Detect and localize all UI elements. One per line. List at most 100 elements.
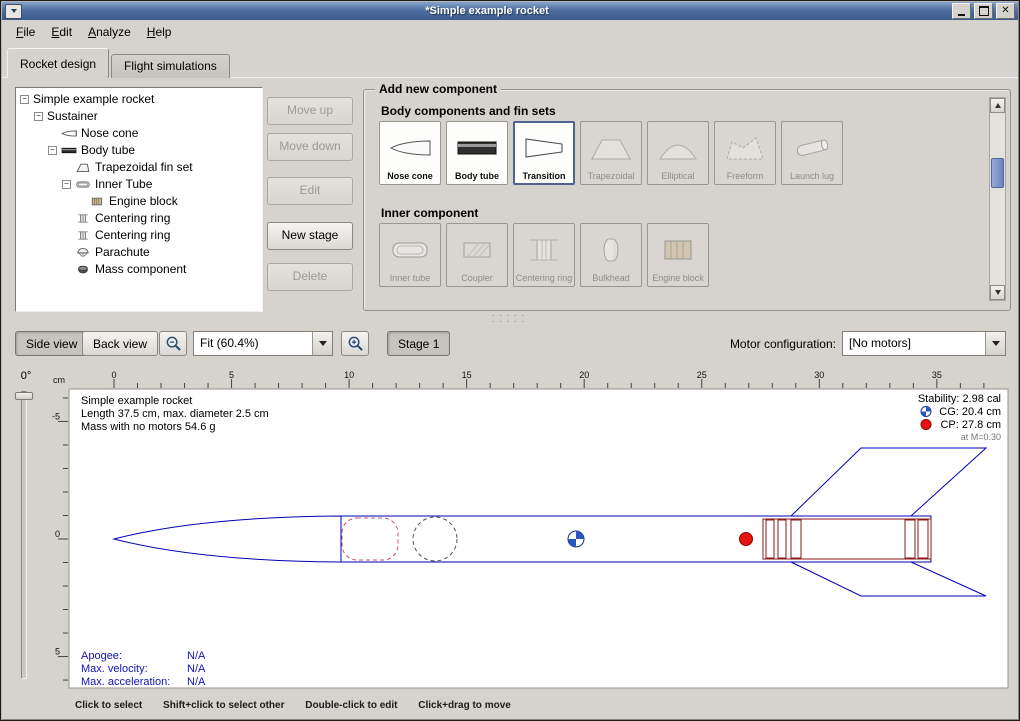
stage-1-toggle-button[interactable]: Stage 1 bbox=[387, 331, 450, 356]
scroll-down-button[interactable] bbox=[990, 285, 1005, 300]
menu-edit[interactable]: Edit bbox=[43, 22, 80, 42]
component-button-label: Body tube bbox=[455, 171, 499, 181]
svg-text:20: 20 bbox=[579, 370, 589, 380]
minimize-button[interactable] bbox=[952, 3, 971, 19]
titlebar[interactable]: *Simple example rocket ✕ bbox=[2, 2, 1018, 20]
add-body-tube-button[interactable]: Body tube bbox=[446, 121, 508, 185]
component-button-label: Inner tube bbox=[390, 273, 431, 283]
side-view-button[interactable]: Side view bbox=[15, 331, 88, 356]
menu-file[interactable]: File bbox=[8, 22, 43, 42]
maximize-icon bbox=[979, 6, 989, 16]
tree-item-sustainer[interactable]: −Sustainer bbox=[16, 108, 262, 125]
menubar: File Edit Analyze Help bbox=[2, 20, 1018, 44]
tree-item-label: Mass component bbox=[95, 261, 186, 278]
hint-click-drag: Click+drag to move bbox=[418, 700, 511, 711]
rocket-mass-text: Mass with no motors 54.6 g bbox=[81, 421, 216, 433]
rotation-angle-label: 0° bbox=[13, 370, 39, 382]
component-button-label: Centering ring bbox=[516, 273, 573, 283]
cp-marker[interactable] bbox=[740, 533, 753, 546]
tree-item-label: Trapezoidal fin set bbox=[95, 159, 193, 176]
tree-item-trapezoidal-fin-set[interactable]: Trapezoidal fin set bbox=[16, 159, 262, 176]
component-tree[interactable]: −Simple example rocket−SustainerNose con… bbox=[15, 87, 263, 312]
zoom-out-button[interactable] bbox=[159, 331, 187, 356]
hint-double-click: Double-click to edit bbox=[305, 700, 397, 711]
add-coupler-button: Coupler bbox=[446, 223, 508, 287]
inner-tube-icon bbox=[388, 228, 432, 273]
tree-item-label: Simple example rocket bbox=[33, 91, 154, 108]
tree-item-engine-block[interactable]: Engine block bbox=[16, 193, 262, 210]
rotation-slider-handle[interactable] bbox=[15, 392, 33, 400]
window-menu-icon[interactable] bbox=[5, 4, 22, 19]
svg-text:30: 30 bbox=[814, 370, 824, 380]
add-engine-block-button: Engine block bbox=[647, 223, 709, 287]
scroll-up-button[interactable] bbox=[990, 98, 1005, 113]
menu-analyze[interactable]: Analyze bbox=[80, 22, 139, 42]
svg-text:5: 5 bbox=[229, 370, 234, 380]
component-panel-scrollbar[interactable] bbox=[989, 97, 1006, 301]
tree-collapse-icon[interactable]: − bbox=[48, 146, 57, 155]
back-view-button[interactable]: Back view bbox=[82, 331, 158, 356]
motor-configuration-combo[interactable]: [No motors] bbox=[842, 331, 1006, 356]
tree-item-centering-ring[interactable]: Centering ring bbox=[16, 227, 262, 244]
add-transition-button[interactable]: Transition bbox=[513, 121, 575, 185]
split-pane-divider[interactable]: ····· ····· bbox=[1, 310, 1019, 327]
max-acceleration-value: N/A bbox=[187, 676, 206, 688]
max-velocity-value: N/A bbox=[187, 663, 206, 675]
tree-item-simple-example-rocket[interactable]: −Simple example rocket bbox=[16, 91, 262, 108]
elliptical-fin-icon bbox=[656, 126, 700, 171]
component-button-label: Elliptical bbox=[661, 171, 694, 181]
new-stage-button[interactable]: New stage bbox=[267, 222, 353, 250]
tree-item-label: Inner Tube bbox=[95, 176, 152, 193]
component-button-label: Launch lug bbox=[790, 171, 834, 181]
motor-configuration-value: [No motors] bbox=[843, 332, 985, 355]
zoom-level-combo[interactable]: Fit (60.4%) bbox=[193, 331, 333, 356]
nose-cone-icon bbox=[388, 126, 432, 171]
body-tube-icon bbox=[61, 145, 77, 156]
maximize-button[interactable] bbox=[974, 3, 993, 19]
ruler-unit-label: cm bbox=[53, 375, 65, 385]
close-button[interactable]: ✕ bbox=[996, 3, 1015, 19]
menu-help[interactable]: Help bbox=[139, 22, 180, 42]
cg-marker[interactable] bbox=[568, 531, 584, 547]
tree-item-inner-tube[interactable]: − Inner Tube bbox=[16, 176, 262, 193]
zoom-in-button[interactable] bbox=[341, 331, 369, 356]
add-trapezoidal-button: Trapezoidal bbox=[580, 121, 642, 185]
scrollbar-thumb[interactable] bbox=[991, 158, 1004, 188]
tree-item-label: Nose cone bbox=[81, 125, 138, 142]
add-nose-cone-button[interactable]: Nose cone bbox=[379, 121, 441, 185]
add-elliptical-button: Elliptical bbox=[647, 121, 709, 185]
svg-text:-5: -5 bbox=[52, 411, 60, 421]
zoom-level-value: Fit (60.4%) bbox=[194, 332, 312, 355]
inner-component-section-label: Inner component bbox=[381, 206, 478, 220]
tree-item-nose-cone[interactable]: Nose cone bbox=[16, 125, 262, 142]
rotation-slider[interactable] bbox=[21, 391, 27, 679]
inner-components-row: Inner tube Coupler Centering ring BulkheadE… bbox=[379, 223, 709, 287]
delete-button: Delete bbox=[267, 263, 353, 291]
engine-block-icon bbox=[89, 196, 105, 207]
component-button-label: Trapezoidal bbox=[588, 171, 635, 181]
move-up-button: Move up bbox=[267, 97, 353, 125]
rocket-body-tube[interactable] bbox=[341, 516, 931, 562]
add-bulkhead-button: Bulkhead bbox=[580, 223, 642, 287]
mach-condition-text: at M=0.30 bbox=[961, 432, 1001, 442]
down-arrow-icon bbox=[995, 290, 1001, 295]
tree-item-parachute[interactable]: Parachute bbox=[16, 244, 262, 261]
tree-item-mass-component[interactable]: Mass component bbox=[16, 261, 262, 278]
tree-collapse-icon[interactable]: − bbox=[20, 95, 29, 104]
tree-item-body-tube[interactable]: −Body tube bbox=[16, 142, 262, 159]
tab-rocket-design[interactable]: Rocket design bbox=[7, 48, 109, 78]
tab-flight-simulations[interactable]: Flight simulations bbox=[111, 54, 230, 78]
max-velocity-label: Max. velocity: bbox=[81, 663, 148, 675]
fin-icon bbox=[75, 162, 91, 173]
bulkhead-icon bbox=[589, 228, 633, 273]
centering-ring-icon bbox=[75, 213, 91, 224]
component-button-label: Nose cone bbox=[387, 171, 433, 181]
minimize-icon bbox=[958, 14, 965, 16]
add-launch-lug-button: Launch lug bbox=[781, 121, 843, 185]
tree-collapse-icon[interactable]: − bbox=[34, 112, 43, 121]
tree-item-centering-ring[interactable]: Centering ring bbox=[16, 210, 262, 227]
zoom-combo-dropdown-button[interactable] bbox=[312, 332, 332, 355]
window-title: *Simple example rocket bbox=[25, 5, 949, 17]
motor-combo-dropdown-button[interactable] bbox=[985, 332, 1005, 355]
tree-collapse-icon[interactable]: − bbox=[62, 180, 71, 189]
